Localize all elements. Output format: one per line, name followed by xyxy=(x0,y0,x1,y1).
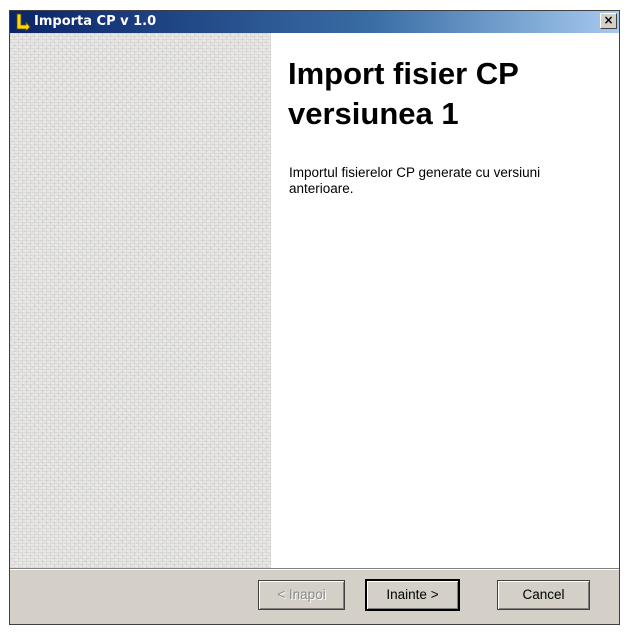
wizard-content: Import fisier CP versiunea 1 Importul fi… xyxy=(271,33,619,568)
wizard-body: Import fisier CP versiunea 1 Importul fi… xyxy=(10,33,619,568)
cancel-button-label: Cancel xyxy=(522,587,565,602)
cancel-button[interactable]: Cancel xyxy=(497,580,590,610)
next-button-label: Inainte > xyxy=(386,587,439,602)
footer-divider xyxy=(10,568,619,570)
close-icon: × xyxy=(603,13,614,27)
back-button[interactable]: < Inapoi xyxy=(258,580,345,610)
wizard-arrow-icon xyxy=(13,13,31,32)
page-title: Import fisier CP versiunea 1 xyxy=(288,56,519,131)
title-bar[interactable]: Importa CP v 1.0 × xyxy=(10,11,619,33)
page-description: Importul fisierelor CP generate cu versi… xyxy=(289,165,541,196)
window-title: Importa CP v 1.0 xyxy=(34,14,157,29)
next-button[interactable]: Inainte > xyxy=(366,580,459,610)
back-button-label: < Inapoi xyxy=(277,587,326,602)
close-button[interactable]: × xyxy=(600,13,617,29)
import-wizard-window: Importa CP v 1.0 × Import fisier CP vers… xyxy=(9,10,620,625)
textured-side-panel xyxy=(10,33,271,568)
